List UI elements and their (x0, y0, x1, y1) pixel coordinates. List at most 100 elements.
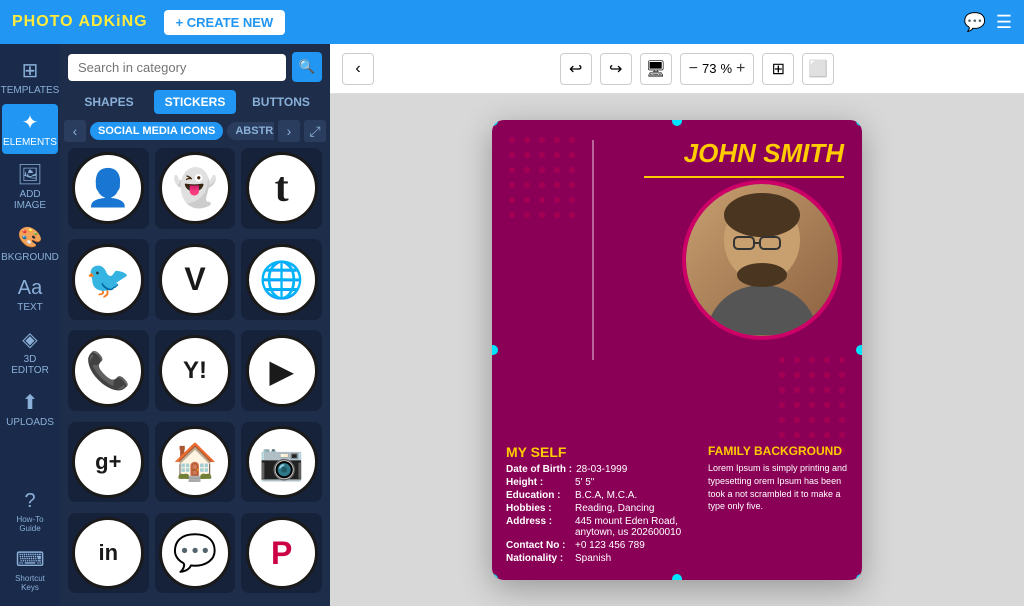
table-row: Height : 5' 5" (506, 477, 698, 488)
category-expand-button[interactable]: ⤢ (304, 120, 326, 142)
templates-icon: ⊞ (22, 58, 39, 83)
handle-top-center[interactable] (672, 120, 682, 126)
canvas-area: JOHN SMITH (330, 94, 1024, 606)
zoom-plus-button[interactable]: + (736, 60, 745, 78)
handle-left-center[interactable] (492, 345, 498, 355)
list-item[interactable]: 🌐 (241, 239, 322, 320)
card-family-title: FAMILY BACKGROUND (708, 444, 848, 458)
redo-button[interactable]: ↪ (600, 53, 632, 85)
erase-button[interactable]: ⬜ (802, 53, 834, 85)
category-tag-abstract[interactable]: ABSTRACT (227, 122, 274, 140)
twitter-icon-circle: 🐦 (72, 244, 144, 316)
sidebar-item-how-to[interactable]: ? How-To Guide (2, 484, 58, 539)
list-item[interactable]: in (68, 513, 149, 594)
handle-top-left[interactable] (492, 120, 498, 126)
yahoo-icon-circle: Y! (159, 335, 231, 407)
card-value: 5' 5" (575, 477, 594, 488)
tab-buttons[interactable]: BUTTONS (240, 90, 322, 114)
card-vertical-line (592, 140, 594, 360)
add-image-icon: 🖼 (17, 162, 42, 187)
sidebar-item-add-image[interactable]: 🖼 ADD IMAGE (2, 156, 58, 217)
list-item[interactable]: 📞 (68, 330, 149, 411)
table-row: Education : B.C.A, M.C.A. (506, 490, 698, 501)
sidebar-label-how-to: How-To Guide (6, 515, 54, 533)
card-family-text: Lorem Ipsum is simply printing and types… (708, 462, 848, 512)
uploads-icon: ⬆ (22, 390, 39, 415)
home-icon-circle: 🏠 (159, 426, 231, 498)
list-item[interactable]: t (241, 148, 322, 229)
design-card[interactable]: JOHN SMITH (492, 120, 862, 580)
panel-search-area: 🔍 (60, 44, 330, 90)
sidebar-label-3d-editor: 3D EDITOR (6, 354, 54, 376)
sidebar-label-shortcut: Shortcut Keys (6, 574, 54, 592)
sidebar-item-templates[interactable]: ⊞ TEMPLATES (2, 52, 58, 102)
zoom-minus-button[interactable]: − (689, 60, 698, 78)
sidebar-label-background: BKGROUND (1, 252, 59, 263)
sidebar-item-elements[interactable]: ✦ ELEMENTS (2, 104, 58, 154)
user-icon-circle: 👤 (72, 152, 144, 224)
list-item[interactable]: 👻 (155, 148, 236, 229)
sidebar-label-add-image: ADD IMAGE (6, 189, 54, 211)
create-new-button[interactable]: + CREATE NEW (164, 10, 286, 35)
search-button[interactable]: 🔍 (292, 52, 322, 82)
category-tag-social-media[interactable]: SOCIAL MEDIA ICONS (90, 122, 223, 140)
list-item[interactable]: ▶ (241, 330, 322, 411)
sidebar-item-3d-editor[interactable]: ◈ 3D EDITOR (2, 321, 58, 382)
elements-panel: 🔍 SHAPES STICKERS BUTTONS ‹ SOCIAL MEDIA… (60, 44, 330, 606)
category-bar: ‹ SOCIAL MEDIA ICONS ABSTRACT › ⤢ (60, 120, 330, 142)
category-next-button[interactable]: › (278, 120, 300, 142)
logo-highlight: AD (78, 13, 103, 30)
undo-button[interactable]: ↩ (560, 53, 592, 85)
icons-grid: 👤 👻 t 🐦 V 🌐 📞 Y! (60, 148, 330, 606)
list-item[interactable]: 🏠 (155, 422, 236, 503)
back-button[interactable]: ‹ (342, 53, 374, 85)
list-item[interactable]: V (155, 239, 236, 320)
handle-bottom-right[interactable] (856, 574, 862, 580)
sidebar-item-text[interactable]: Aa TEXT (2, 271, 58, 319)
canvas-toolbar: ‹ ↩ ↪ 🖥 − 73 % + ⊞ ⬜ (330, 44, 1024, 94)
list-item[interactable]: 👤 (68, 148, 149, 229)
sidebar-item-shortcut[interactable]: ⌨ Shortcut Keys (2, 541, 58, 598)
card-value: Reading, Dancing (575, 503, 655, 514)
table-row: Address : 445 mount Eden Road, anytown, … (506, 516, 698, 538)
topbar-right: 💬 ☰ (963, 12, 1012, 33)
card-label: Date of Birth : (506, 464, 572, 475)
background-icon: 🎨 (18, 225, 43, 250)
sidebar-bottom: ? How-To Guide ⌨ Shortcut Keys (0, 484, 60, 606)
sidebar-label-elements: ELEMENTS (3, 137, 57, 148)
card-name: JOHN SMITH (684, 138, 844, 169)
card-value: B.C.A, M.C.A. (575, 490, 637, 501)
list-item[interactable]: 🐦 (68, 239, 149, 320)
list-item[interactable]: Y! (155, 330, 236, 411)
list-item[interactable]: 💬 (155, 513, 236, 594)
card-photo (682, 180, 842, 340)
table-row: Hobbies : Reading, Dancing (506, 503, 698, 514)
handle-bottom-center[interactable] (672, 574, 682, 580)
list-item[interactable]: 📷 (241, 422, 322, 503)
search-input[interactable] (68, 54, 286, 81)
chat-icon[interactable]: 💬 (963, 12, 985, 33)
card-value: 28-03-1999 (576, 464, 627, 475)
card-right-info: FAMILY BACKGROUND Lorem Ipsum is simply … (708, 444, 848, 566)
tab-shapes[interactable]: SHAPES (68, 90, 150, 114)
handle-top-right[interactable] (856, 120, 862, 126)
card-label: Nationality : (506, 553, 571, 564)
sidebar-label-text: TEXT (17, 302, 43, 313)
category-prev-button[interactable]: ‹ (64, 120, 86, 142)
menu-icon[interactable]: ☰ (996, 12, 1012, 33)
shortcut-icon: ⌨ (16, 547, 45, 572)
table-row: Nationality : Spanish (506, 553, 698, 564)
grid-button[interactable]: ⊞ (762, 53, 794, 85)
sidebar-item-background[interactable]: 🎨 BKGROUND (2, 219, 58, 269)
vimeo-icon-circle: V (159, 244, 231, 316)
handle-right-center[interactable] (856, 345, 862, 355)
table-row: Contact No : +0 123 456 789 (506, 540, 698, 551)
logo-end: KiNG (104, 13, 148, 30)
list-item[interactable]: P (241, 513, 322, 594)
card-name-underline (644, 176, 844, 178)
screen-button[interactable]: 🖥 (640, 53, 672, 85)
snapchat-icon-circle: 👻 (159, 152, 231, 224)
list-item[interactable]: g+ (68, 422, 149, 503)
sidebar-item-uploads[interactable]: ⬆ UPLOADS (2, 384, 58, 434)
tab-stickers[interactable]: STICKERS (154, 90, 236, 114)
